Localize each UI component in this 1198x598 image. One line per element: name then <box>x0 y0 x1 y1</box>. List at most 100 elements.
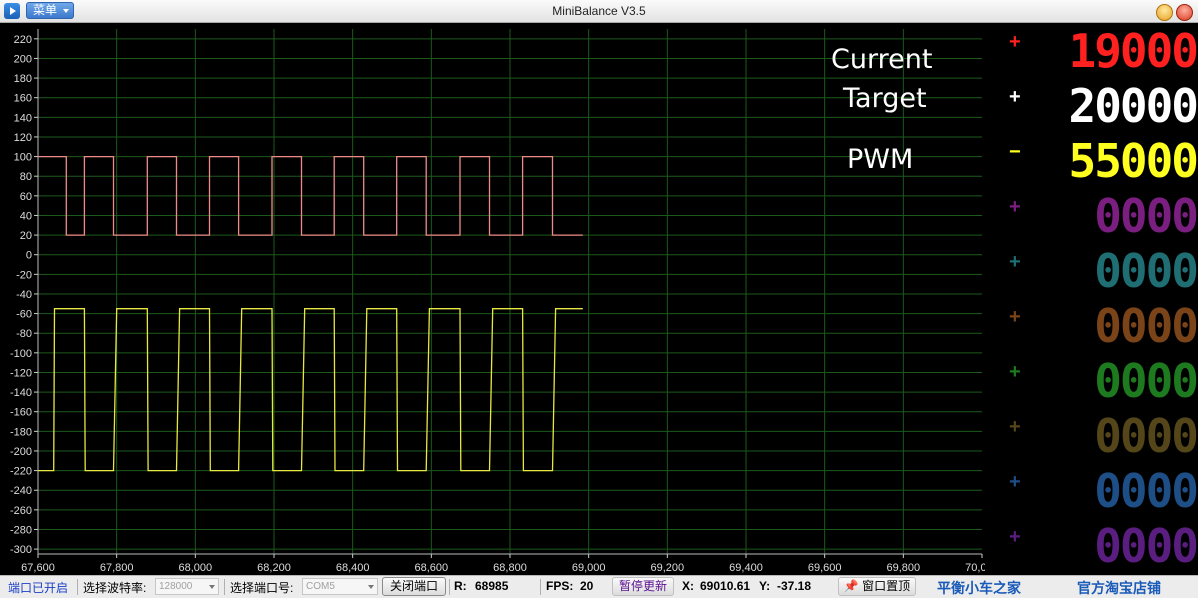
x-tick-label: 67,800 <box>100 562 134 574</box>
channel-panel: +19000 +20000−55000 +0000 +0000 +0000 +0000 +0… <box>985 24 1198 575</box>
divider <box>449 579 450 595</box>
baud-value: 128000 <box>159 581 193 592</box>
x-tick-label: 68,800 <box>493 562 527 574</box>
channel-value-display: 0000 <box>1094 354 1197 408</box>
channel-scale-button[interactable]: + <box>1009 362 1021 382</box>
y-tick-label: 100 <box>14 152 32 164</box>
pin-icon: 📌 <box>843 579 859 593</box>
channel-8: +0000 <box>985 409 1198 464</box>
x-tick-label: 70,000 <box>965 562 985 574</box>
y-tick-label: 140 <box>14 112 32 124</box>
close-button[interactable] <box>1176 4 1193 21</box>
y-tick-label: -240 <box>10 485 32 497</box>
channel-value-display: 0000 <box>1094 519 1197 573</box>
channel-10: +0000 <box>985 519 1198 574</box>
pause-update-button[interactable]: 暂停更新 <box>612 577 674 596</box>
y-tick-label: -40 <box>16 289 32 301</box>
port-label: 选择端口号: <box>230 581 294 595</box>
y-tick-label: 0 <box>26 250 32 262</box>
channel-scale-button[interactable]: + <box>1009 307 1021 327</box>
channel-scale-button[interactable]: + <box>1009 252 1021 272</box>
pin-window-button[interactable]: 📌 窗口置顶 <box>838 577 916 596</box>
channel-value-display: 0000 <box>1094 299 1197 353</box>
y-tick-label: -160 <box>10 407 32 419</box>
y-label: Y: <box>759 579 771 593</box>
y-tick-label: 80 <box>20 171 32 183</box>
port-select[interactable]: COM5 <box>302 578 378 595</box>
chevron-down-icon <box>209 585 215 589</box>
baud-select[interactable]: 128000 <box>155 578 219 595</box>
overlay-label-current: Current <box>831 44 933 75</box>
divider <box>77 579 78 595</box>
baud-label: 选择波特率: <box>83 581 147 595</box>
fps-label: FPS: <box>546 579 574 593</box>
channel-scale-button[interactable]: − <box>1009 142 1021 162</box>
channel-value-display: 0000 <box>1094 464 1197 518</box>
y-tick-label: 40 <box>20 210 32 222</box>
divider <box>224 579 225 595</box>
y-tick-label: 220 <box>14 34 32 46</box>
x-tick-label: 69,600 <box>808 562 842 574</box>
x-label: X: <box>682 579 694 593</box>
y-tick-label: -300 <box>10 544 32 556</box>
minimize-button[interactable] <box>1156 4 1173 21</box>
channel-scale-button[interactable]: + <box>1009 197 1021 217</box>
channel-9: +0000 <box>985 464 1198 519</box>
y-tick-label: -180 <box>10 426 32 438</box>
pin-label: 窗口置顶 <box>862 579 911 593</box>
channel-scale-button[interactable]: + <box>1009 417 1021 437</box>
r-label: R: <box>454 579 467 593</box>
channel-value-display: 0000 <box>1094 409 1197 463</box>
y-tick-label: -220 <box>10 466 32 478</box>
channel-scale-button[interactable]: + <box>1009 87 1021 107</box>
channel-1: +19000 <box>985 24 1198 79</box>
channel-scale-button[interactable]: + <box>1009 527 1021 547</box>
channel-3: − 55000 <box>985 134 1198 189</box>
window-title: MiniBalance V3.5 <box>552 4 646 18</box>
chevron-down-icon <box>368 585 374 589</box>
y-tick-label: -100 <box>10 348 32 360</box>
channel-value-display: 19000 <box>1068 24 1197 78</box>
channel-value-display: 55000 <box>1068 134 1197 188</box>
overlay-label-target: Target <box>843 83 927 114</box>
x-tick-label: 68,000 <box>179 562 213 574</box>
channel-4: +0000 <box>985 189 1198 244</box>
y-value: -37.18 <box>777 579 812 593</box>
y-tick-label: 160 <box>14 93 32 105</box>
y-tick-label: -80 <box>16 328 32 340</box>
y-tick-label: -140 <box>10 387 32 399</box>
title-bar: 菜单 MiniBalance V3.5 <box>0 0 1198 23</box>
x-tick-label: 69,400 <box>729 562 763 574</box>
channel-7: +0000 <box>985 354 1198 409</box>
y-tick-label: 20 <box>20 230 32 242</box>
y-tick-label: 180 <box>14 73 32 85</box>
x-tick-label: 69,200 <box>651 562 685 574</box>
x-tick-label: 68,600 <box>415 562 449 574</box>
x-value: 69010.61 <box>700 579 751 593</box>
link-balance-car-home[interactable]: 平衡小车之家 <box>937 578 1021 598</box>
channel-scale-button[interactable]: + <box>1009 472 1021 492</box>
y-tick-label: 120 <box>14 132 32 144</box>
x-tick-label: 68,200 <box>257 562 291 574</box>
x-tick-label: 69,000 <box>572 562 606 574</box>
waveform-plot[interactable]: 67,600 67,800 68,000 68,200 68,400 68,600 68,8… <box>0 24 985 575</box>
channel-5: +0000 <box>985 244 1198 299</box>
y-tick-label: -20 <box>16 269 32 281</box>
channel-value-display: 0000 <box>1094 244 1197 298</box>
y-tick-label: -120 <box>10 367 32 379</box>
channel-value-display: 0000 <box>1094 189 1197 243</box>
channel-scale-button[interactable]: + <box>1009 32 1021 52</box>
link-taobao-store[interactable]: 官方淘宝店铺 <box>1077 578 1161 598</box>
channel-6: +0000 <box>985 299 1198 354</box>
port-value: COM5 <box>306 581 335 592</box>
channel-value-display: 20000 <box>1068 79 1197 133</box>
x-tick-label: 68,400 <box>336 562 370 574</box>
y-tick-label: -280 <box>10 524 32 536</box>
fps-value: 20 <box>580 579 594 593</box>
y-tick-label: -200 <box>10 446 32 458</box>
channel-2: +20000 <box>985 79 1198 134</box>
y-tick-label: 200 <box>14 53 32 65</box>
close-port-button[interactable]: 关闭端口 <box>382 577 446 596</box>
divider <box>540 579 541 595</box>
overlay-label-pwm: PWM <box>847 144 914 175</box>
